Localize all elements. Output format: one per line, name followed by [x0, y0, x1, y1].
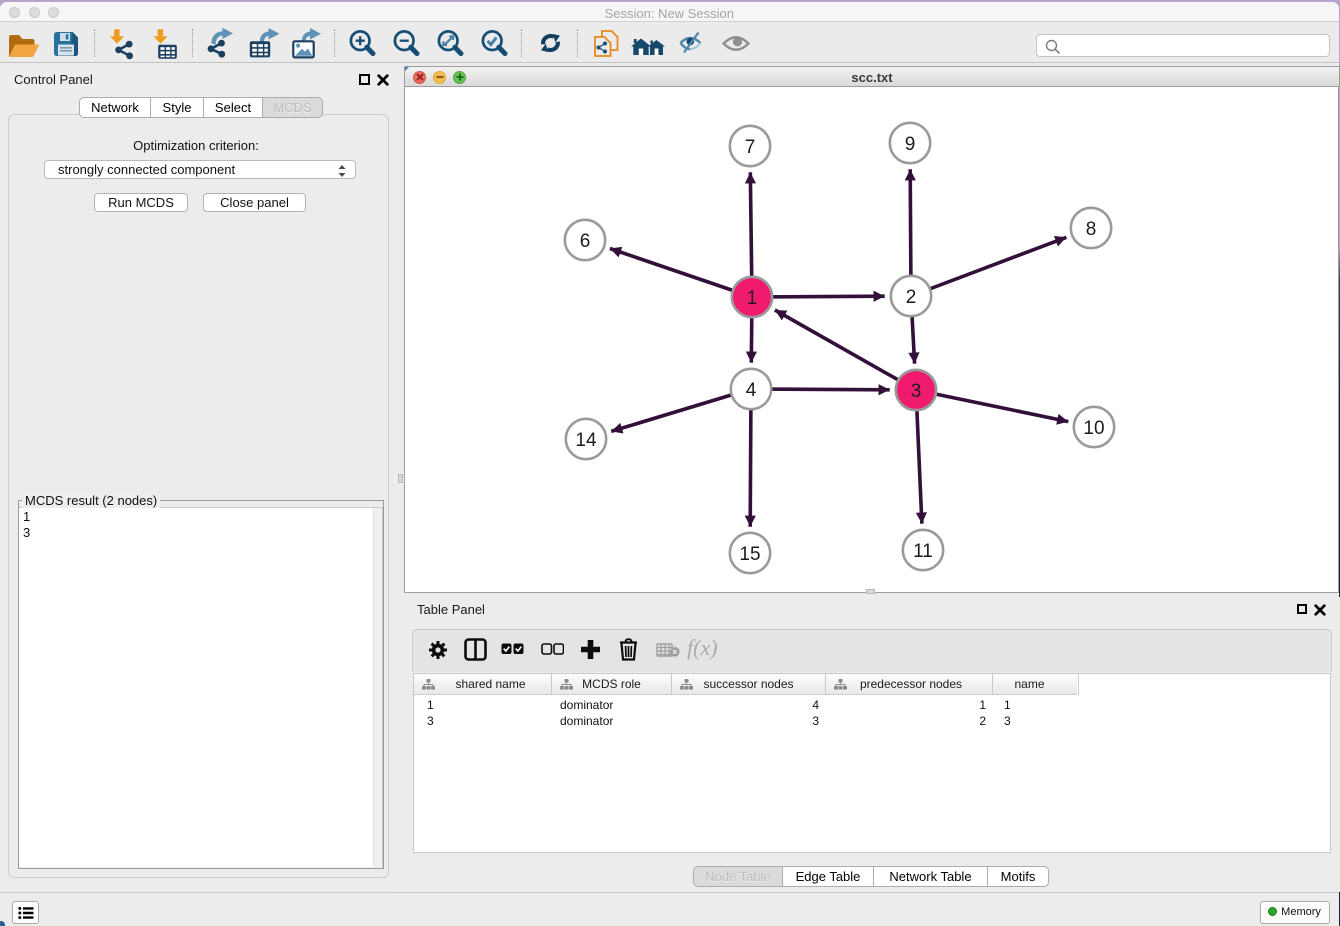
svg-text:14: 14	[575, 430, 597, 451]
svg-text:6: 6	[580, 231, 591, 252]
svg-text:9: 9	[905, 134, 916, 155]
svg-text:4: 4	[746, 380, 757, 401]
svg-text:11: 11	[913, 541, 933, 562]
svg-text:10: 10	[1083, 418, 1104, 439]
svg-text:7: 7	[745, 137, 756, 158]
svg-text:1: 1	[747, 288, 758, 309]
svg-text:8: 8	[1086, 219, 1097, 240]
svg-text:15: 15	[739, 544, 760, 565]
svg-text:2: 2	[906, 287, 917, 308]
svg-text:3: 3	[911, 381, 922, 402]
